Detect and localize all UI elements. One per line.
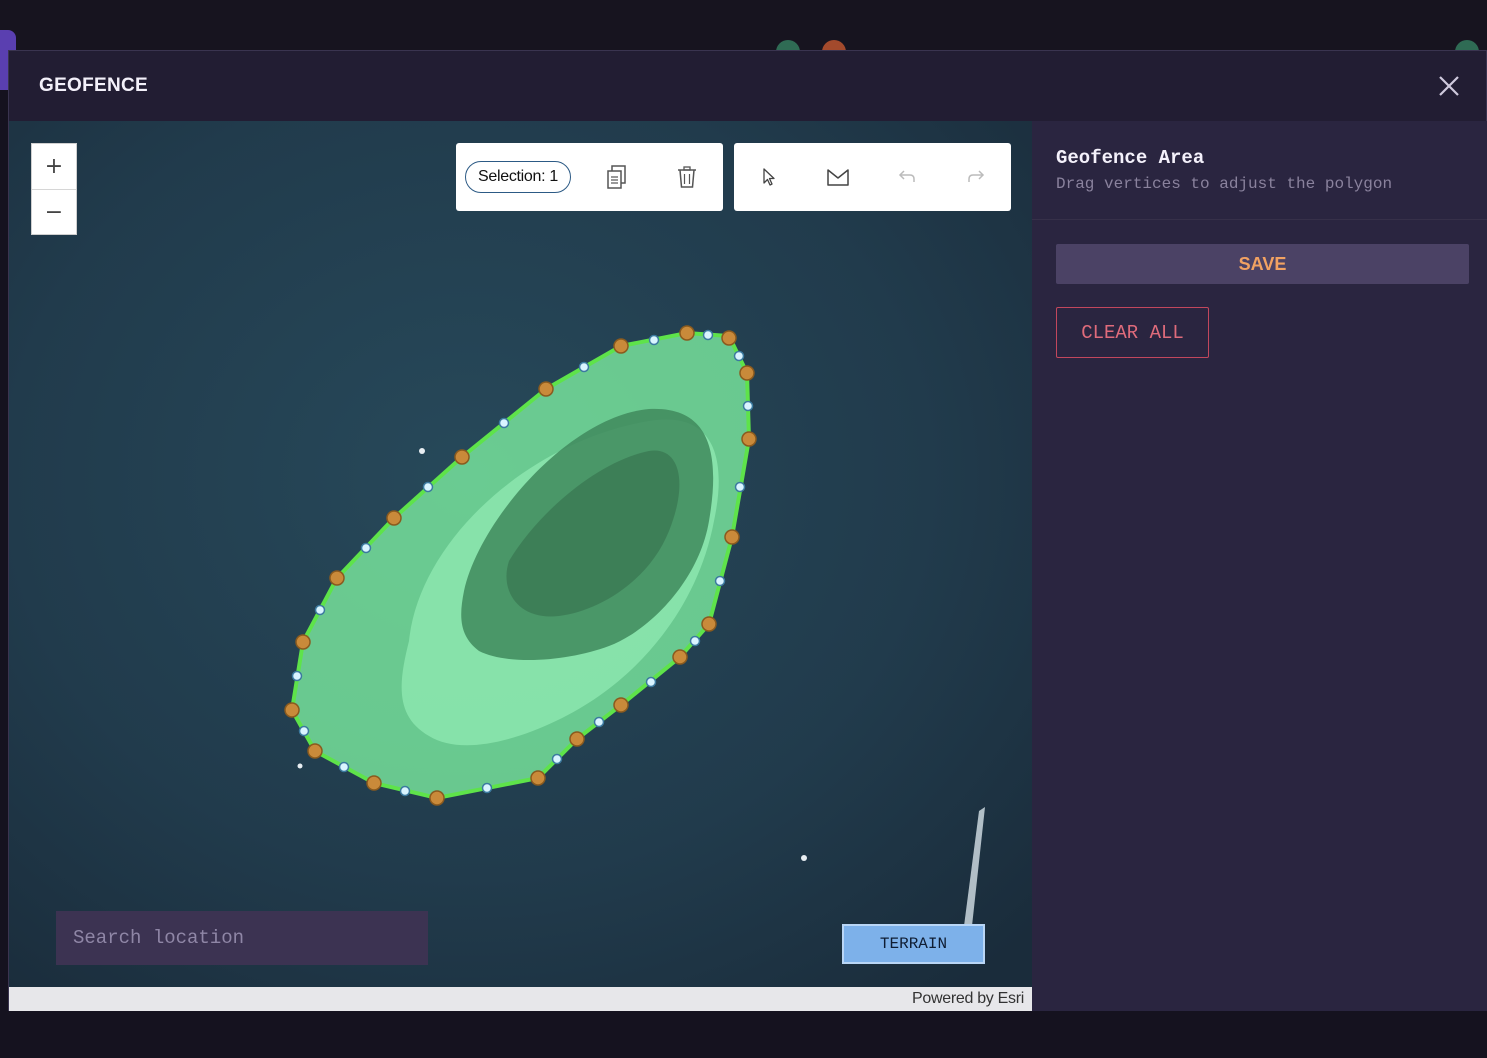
geofence-modal: GEOFENCE + − Selection: 1 Search locatio… [8,50,1487,1011]
zoom-control: + − [31,143,77,235]
select-tool-button[interactable] [754,162,784,192]
undo-icon [898,170,915,182]
panel-header: Geofence Area Drag vertices to adjust th… [1032,121,1487,220]
geofence-side-panel: Geofence Area Drag vertices to adjust th… [1032,121,1487,1011]
trash-icon [678,166,696,188]
modal-header: GEOFENCE [9,51,1486,122]
redo-icon [968,170,985,182]
selection-count-badge[interactable]: Selection: 1 [465,161,572,193]
zoom-in-button[interactable]: + [32,144,76,190]
terrain-toggle-button[interactable]: TERRAIN [842,924,985,964]
redo-button[interactable] [961,162,991,192]
panel-subtitle: Drag vertices to adjust the polygon [1056,175,1393,193]
modal-title: GEOFENCE [39,75,149,96]
selection-toolbar: Selection: 1 [456,143,723,211]
polygon-reshape-icon [827,169,849,186]
duplicate-button[interactable] [602,162,632,192]
satellite-imagery [9,121,1032,1011]
app-backdrop [0,0,1487,50]
close-icon [1439,76,1459,96]
save-button[interactable]: SAVE [1056,244,1469,284]
map-view[interactable]: + − Selection: 1 Search location TERRAIN… [9,121,1032,1011]
map-attribution: Powered by Esri [9,987,1032,1011]
reshape-tool-button[interactable] [823,162,853,192]
search-location-input[interactable] [56,911,428,965]
zoom-out-button[interactable]: − [32,190,76,235]
clear-all-button[interactable]: CLEAR ALL [1056,307,1209,358]
undo-button[interactable] [892,162,922,192]
draw-toolbar [734,143,1011,211]
duplicate-icon [607,165,626,189]
delete-button[interactable] [672,162,702,192]
close-button[interactable] [1434,71,1464,101]
panel-title: Geofence Area [1056,147,1205,169]
cursor-icon [763,168,775,186]
